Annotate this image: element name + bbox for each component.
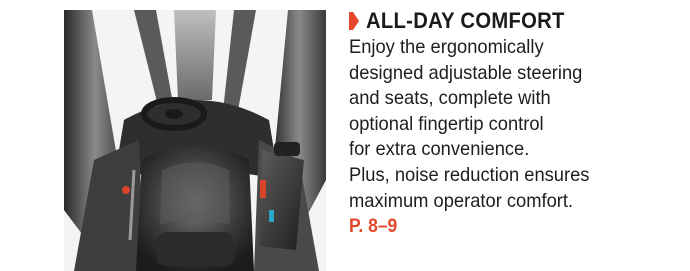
section-body: Enjoy the ergonomically designed adjusta… [349, 35, 689, 214]
page-reference-link[interactable]: P. 8–9 [349, 214, 662, 239]
body-line: Plus, noise reduction ensures [349, 163, 590, 186]
feature-text-block: ALL-DAY COMFORT Enjoy the ergonomically … [349, 7, 689, 239]
section-title: ALL-DAY COMFORT [366, 7, 565, 33]
body-line: maximum operator comfort. [349, 189, 574, 212]
body-line: for extra convenience. [349, 138, 530, 161]
forklift-cab-photo [64, 10, 326, 271]
body-line: and seats, complete with [349, 87, 551, 110]
body-line: designed adjustable steering [349, 61, 583, 84]
section-heading: ALL-DAY COMFORT [349, 7, 689, 34]
triangle-bullet-icon [349, 11, 359, 30]
body-line: optional fingertip control [349, 112, 544, 135]
body-line: Enjoy the ergonomically [349, 36, 544, 58]
